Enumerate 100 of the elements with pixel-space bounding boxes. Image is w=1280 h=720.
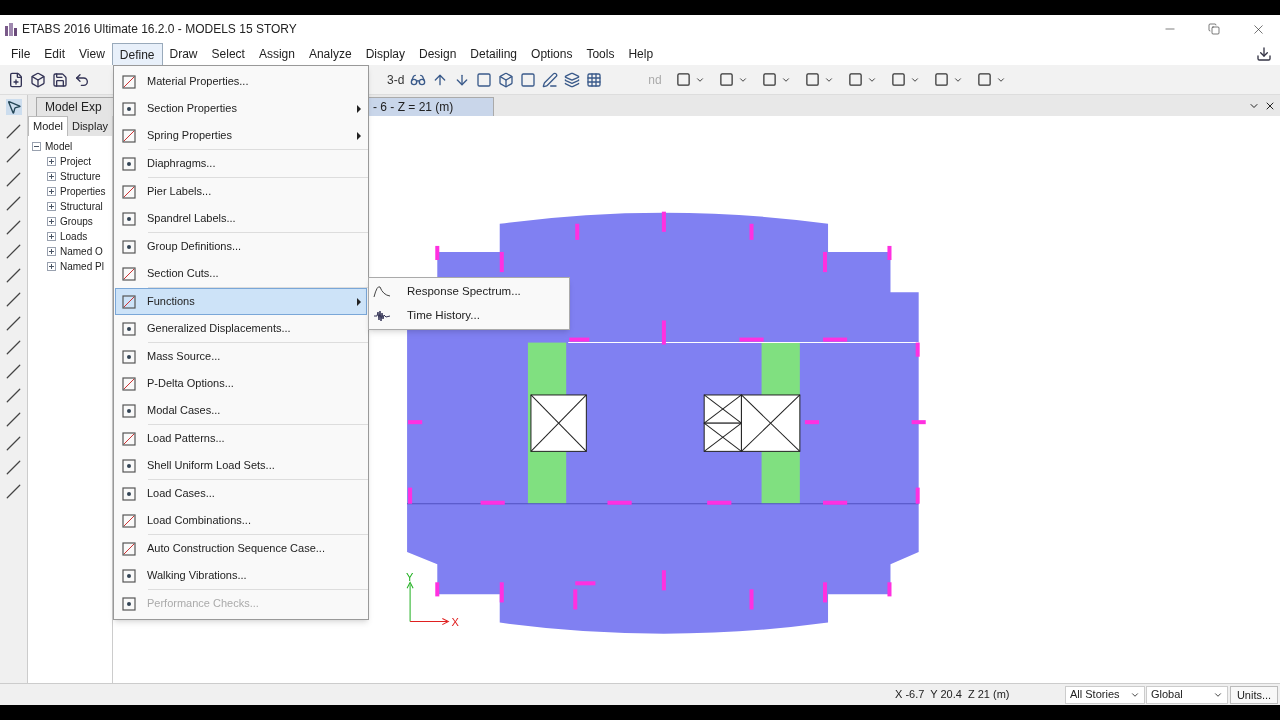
menu-item[interactable]: View — [72, 43, 112, 65]
menu-item[interactable]: Assign — [251, 43, 302, 65]
column — [573, 589, 578, 610]
column — [739, 337, 764, 342]
draw-tool-icon[interactable] — [6, 484, 21, 499]
section-shape-icon[interactable] — [847, 72, 863, 87]
menu-option[interactable]: Section Cuts... — [115, 260, 367, 287]
download-icon[interactable] — [1256, 46, 1272, 62]
menu-option[interactable]: Response Spectrum... — [369, 279, 569, 304]
draw-tool-icon[interactable] — [6, 412, 21, 427]
explorer-tab[interactable]: Model — [28, 116, 68, 136]
menu-option[interactable]: Load Patterns... — [115, 425, 367, 452]
expand-toggle[interactable] — [47, 232, 56, 241]
expand-toggle[interactable] — [47, 217, 56, 226]
app-logo-icon — [4, 22, 18, 36]
menu-item[interactable]: Help — [621, 43, 661, 65]
toolbar-icon[interactable] — [74, 71, 90, 88]
stories-dropdown[interactable]: All Stories — [1065, 685, 1145, 704]
toolbar-icon[interactable] — [8, 71, 24, 88]
section-shape-icon[interactable] — [675, 72, 691, 87]
tree-item[interactable]: Structural — [60, 199, 103, 214]
draw-tool-icon[interactable] — [6, 148, 21, 163]
draw-tool-icon[interactable] — [6, 172, 21, 187]
expand-toggle[interactable] — [47, 187, 56, 196]
section-shape-icon[interactable] — [890, 72, 906, 87]
tree-item[interactable]: Groups — [60, 214, 93, 229]
draw-tool-icon[interactable] — [6, 124, 21, 139]
column — [749, 223, 754, 240]
draw-tool-icon[interactable] — [6, 364, 21, 379]
toolbar-icon[interactable] — [52, 71, 68, 88]
units-button[interactable]: Units... — [1230, 685, 1278, 704]
coordinate-system-dropdown[interactable]: Global — [1146, 685, 1228, 704]
section-shape-icon[interactable] — [933, 72, 949, 87]
draw-tool-icon[interactable] — [6, 388, 21, 403]
menu-option[interactable]: Group Definitions... — [115, 233, 367, 260]
menu-option[interactable]: Pier Labels... — [115, 178, 367, 205]
draw-tool-icon[interactable] — [6, 316, 21, 331]
tree-item[interactable]: Loads — [60, 229, 88, 244]
draw-tool-icon[interactable] — [6, 196, 21, 211]
tree-item[interactable]: Structure — [60, 169, 101, 184]
menu-item[interactable]: Options — [524, 43, 580, 65]
toolbar-icon[interactable] — [498, 71, 515, 88]
expand-toggle[interactable] — [47, 202, 56, 211]
menu-option[interactable]: P-Delta Options... — [115, 370, 367, 397]
restore-icon — [1208, 23, 1220, 35]
expand-toggle[interactable] — [47, 172, 56, 181]
draw-tool-icon[interactable] — [6, 268, 21, 283]
menu-item[interactable]: Tools — [579, 43, 622, 65]
menu-option[interactable]: Spring Properties — [115, 122, 367, 149]
menu-option[interactable]: Load Cases... — [115, 480, 367, 507]
menu-option[interactable]: Mass Source... — [115, 343, 367, 370]
tree-item[interactable]: Properties — [60, 184, 106, 199]
draw-tool-icon[interactable] — [6, 244, 21, 259]
menu-item[interactable]: Detailing — [463, 43, 525, 65]
menu-option[interactable]: Time History... — [369, 303, 569, 328]
menu-option[interactable]: Modal Cases... — [115, 397, 367, 424]
toolbar-icon[interactable] — [586, 71, 603, 88]
menu-item[interactable]: Design — [412, 43, 464, 65]
draw-tool-icon[interactable] — [6, 460, 21, 475]
draw-tool-icon[interactable] — [6, 220, 21, 235]
toolbar-icon[interactable] — [30, 71, 46, 88]
expand-toggle[interactable] — [47, 247, 56, 256]
menu-option[interactable]: Spandrel Labels... — [115, 205, 367, 232]
menu-option[interactable]: Diaphragms... — [115, 150, 367, 177]
expand-toggle[interactable] — [47, 157, 56, 166]
menu-option[interactable]: Shell Uniform Load Sets... — [115, 452, 367, 479]
draw-tool-icon[interactable] — [6, 436, 21, 451]
menu-item[interactable]: File — [4, 43, 38, 65]
menu-option[interactable]: Functions — [115, 288, 367, 315]
menu-option[interactable]: Generalized Displacements... — [115, 315, 367, 342]
close-tab-icon[interactable] — [1264, 100, 1276, 112]
menu-item[interactable]: Analyze — [301, 43, 359, 65]
expand-toggle[interactable] — [32, 142, 41, 151]
pointer-icon[interactable] — [5, 99, 22, 115]
menu-item[interactable]: Draw — [162, 43, 205, 65]
view-3d-button[interactable]: 3-d — [387, 70, 405, 89]
x-axis-arrow — [409, 618, 450, 626]
menu-item[interactable]: Edit — [37, 43, 73, 65]
section-shape-icon[interactable] — [761, 72, 777, 87]
section-shape-icon[interactable] — [718, 72, 734, 87]
section-shape-icon[interactable] — [976, 72, 992, 87]
tree-item[interactable]: Model — [45, 139, 73, 154]
menu-option[interactable]: Material Properties... — [115, 68, 367, 95]
tree-item[interactable]: Named O — [60, 244, 103, 259]
coordinates-readout: X -6.7 Y 20.4 Z 21 (m) — [895, 687, 1010, 703]
menu-option[interactable]: Load Combinations... — [115, 507, 367, 534]
explorer-tab[interactable]: Display — [67, 116, 113, 136]
expand-toggle[interactable] — [47, 262, 56, 271]
menu-item[interactable]: Display — [358, 43, 412, 65]
menu-item[interactable]: Define — [111, 43, 163, 65]
tree-item[interactable]: Named Pl — [60, 259, 104, 274]
toolbar-icon[interactable] — [542, 71, 559, 88]
menu-item[interactable]: Select — [204, 43, 252, 65]
section-shape-icon[interactable] — [804, 72, 820, 87]
menu-option[interactable]: Walking Vibrations... — [115, 562, 367, 589]
menu-option[interactable]: Auto Construction Sequence Case... — [115, 535, 367, 562]
draw-tool-icon[interactable] — [6, 340, 21, 355]
draw-tool-icon[interactable] — [6, 292, 21, 307]
toolbar-icon[interactable] — [564, 71, 581, 88]
tree-item[interactable]: Project — [60, 154, 92, 169]
